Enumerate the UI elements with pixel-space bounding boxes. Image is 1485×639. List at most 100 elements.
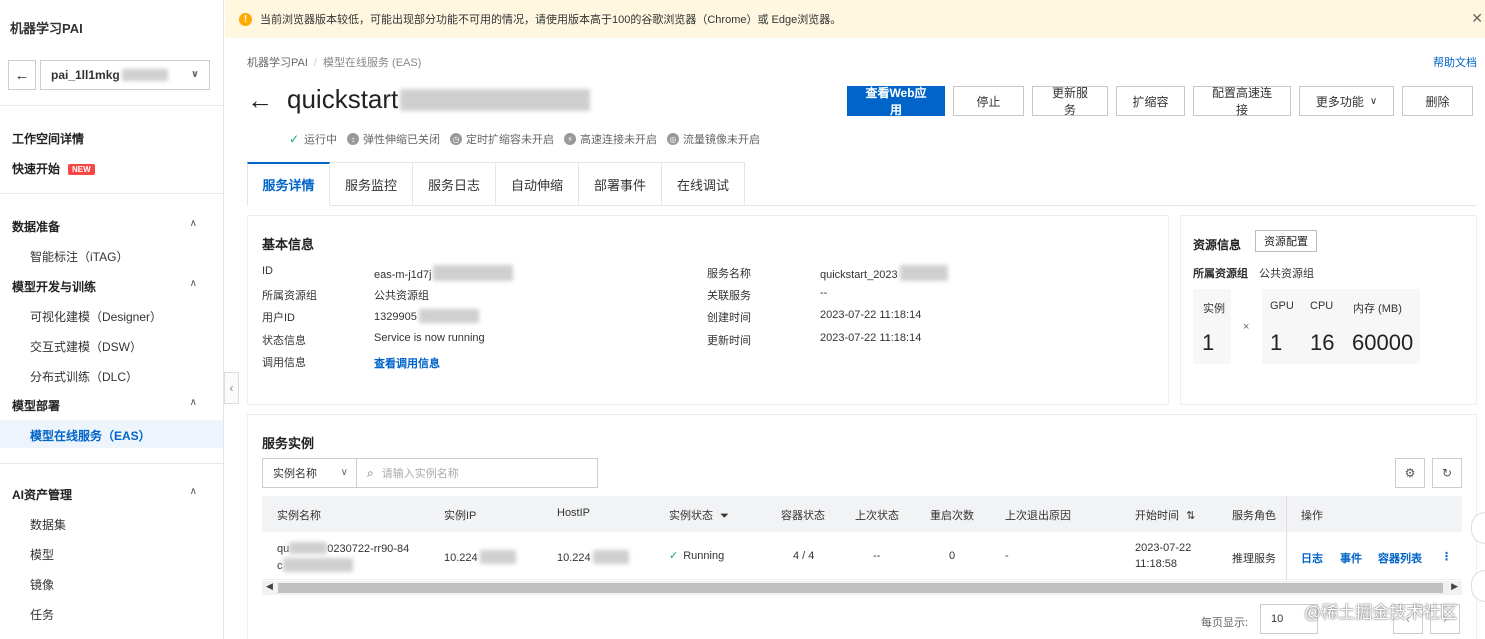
delete-button[interactable]: 删除 <box>1402 86 1473 116</box>
instance-filter-select[interactable]: 实例名称 ∨ <box>262 458 357 488</box>
container-list-link[interactable]: 容器列表 <box>1378 550 1422 566</box>
chevron-up-icon[interactable]: ∧ <box>190 397 197 408</box>
search-placeholder: 请输入实例名称 <box>381 468 459 480</box>
help-docs-link[interactable]: 帮助文档 <box>1433 54 1477 70</box>
scale-button[interactable]: 扩缩容 <box>1116 86 1185 116</box>
status-text: 运行中 <box>304 134 337 146</box>
breadcrumb-item[interactable]: 机器学习PAI <box>247 57 308 69</box>
redacted-blur <box>433 265 514 281</box>
resource-info-title: 资源信息 <box>1193 238 1242 252</box>
filter-icon[interactable]: ⏷ <box>720 510 729 522</box>
service-name-value: quickstart_2023 <box>820 269 898 281</box>
kv-label: 服务名称 <box>707 268 751 280</box>
kv-label: 所属资源组 <box>262 290 317 302</box>
sidebar-group-data-prep[interactable]: 数据准备 <box>12 218 60 235</box>
status-fast-connect: ⚡ 高速连接未开启 <box>564 131 657 147</box>
page-size-label: 每页显示: <box>1201 617 1249 629</box>
new-badge: NEW <box>68 164 95 175</box>
chevron-up-icon[interactable]: ∧ <box>190 218 197 229</box>
instance-label: 实例 <box>1203 303 1225 315</box>
back-arrow-icon[interactable]: ← <box>8 60 36 90</box>
kv-value-updated: 2023-07-22 11:18:14 <box>820 332 922 344</box>
sidebar-item-task[interactable]: 任务 <box>30 606 54 623</box>
view-invoke-info-link[interactable]: 查看调用信息 <box>374 355 440 371</box>
sidebar-item-dsw[interactable]: 交互式建模（DSW） <box>30 338 142 355</box>
kv-value-user-id: 1329905 <box>374 309 479 323</box>
tab-service-detail[interactable]: 服务详情 <box>247 162 330 206</box>
column-header: 上次退出原因 <box>1005 510 1071 522</box>
sidebar: 机器学习PAI ← pai_1ll1mkg ∨ 工作空间详情 快速开始 NEW 数… <box>0 0 224 639</box>
status-running: ✓ 运行中 <box>288 131 337 147</box>
basic-info-title: 基本信息 <box>262 237 315 252</box>
events-link[interactable]: 事件 <box>1340 550 1362 566</box>
kv-value-created: 2023-07-22 11:18:14 <box>820 309 922 321</box>
resource-config-button[interactable]: 资源配置 <box>1255 230 1317 252</box>
tab-service-log[interactable]: 服务日志 <box>413 162 496 206</box>
sidebar-group-model-deploy[interactable]: 模型部署 <box>12 397 60 414</box>
gpu-label: GPU <box>1270 300 1294 312</box>
view-web-app-button[interactable]: 查看Web应用 <box>847 86 945 117</box>
scroll-right-icon[interactable]: ▶ <box>1451 581 1458 592</box>
kv-label: 用户ID <box>262 312 295 324</box>
tab-auto-scaling[interactable]: 自动伸缩 <box>496 162 579 206</box>
mirror-icon: ◎ <box>667 133 679 145</box>
host-ip: 10.224 <box>557 552 591 564</box>
instance-name-a: qu <box>277 543 290 555</box>
sidebar-item-dataset[interactable]: 数据集 <box>30 516 66 533</box>
workspace-name: pai_1ll1mkg <box>51 68 120 82</box>
chevron-up-icon[interactable]: ∧ <box>190 486 197 497</box>
page-title: quickstart <box>287 84 399 114</box>
table-row: qu 0230722-rr90-84 c 10.224 10.224 ✓ Runni… <box>262 532 1462 580</box>
sidebar-item-quick-start[interactable]: 快速开始 NEW <box>12 160 95 177</box>
link-icon: ⚡ <box>564 133 576 145</box>
log-link[interactable]: 日志 <box>1301 550 1323 566</box>
tab-service-monitor[interactable]: 服务监控 <box>330 162 413 206</box>
cpu-label: CPU <box>1310 300 1334 312</box>
sidebar-group-ai-assets[interactable]: AI资产管理 <box>12 486 72 503</box>
redacted-blur <box>400 88 591 111</box>
sidebar-item-model[interactable]: 模型 <box>30 546 54 563</box>
sidebar-item-image[interactable]: 镜像 <box>30 576 54 593</box>
redacted-blur <box>479 550 516 564</box>
scroll-left-icon[interactable]: ◀ <box>266 581 273 592</box>
chevron-up-icon[interactable]: ∧ <box>190 278 197 289</box>
cpu-value: 16 <box>1310 330 1335 355</box>
sidebar-item-designer[interactable]: 可视化建模（Designer） <box>30 308 162 325</box>
times-sign: × <box>1243 321 1250 333</box>
scroll-thumb[interactable] <box>278 583 1443 593</box>
check-icon: ✓ <box>669 550 679 562</box>
divider <box>0 105 223 106</box>
sort-icon[interactable]: ⇅ <box>1186 510 1195 522</box>
sidebar-item-label: 快速开始 <box>12 162 61 176</box>
refresh-icon[interactable]: ↻ <box>1432 458 1462 488</box>
kv-label: 状态信息 <box>262 335 306 347</box>
autoscale-icon: ↕ <box>347 133 359 145</box>
status-running-text: Running <box>683 550 725 562</box>
stop-button[interactable]: 停止 <box>953 86 1024 116</box>
settings-gear-icon[interactable]: ⚙ <box>1395 458 1425 488</box>
instance-value: 1 <box>1202 330 1215 355</box>
update-service-button[interactable]: 更新服务 <box>1032 86 1108 117</box>
back-arrow-icon[interactable]: ← <box>247 85 273 115</box>
instance-name-cell: qu 0230722-rr90-84 <box>277 542 409 555</box>
sidebar-item-dlc[interactable]: 分布式训练（DLC） <box>30 368 138 385</box>
sidebar-item-eas[interactable]: 模型在线服务（EAS） <box>30 427 151 444</box>
tab-deploy-events[interactable]: 部署事件 <box>579 162 662 206</box>
sidebar-collapse-handle[interactable]: ‹ <box>224 372 239 404</box>
tab-online-debug[interactable]: 在线调试 <box>662 162 745 206</box>
close-icon[interactable]: ✕ <box>1471 10 1483 27</box>
sidebar-item-workspace-detail[interactable]: 工作空间详情 <box>12 130 84 147</box>
kv-value-related-service: -- <box>820 287 828 299</box>
instance-search-input[interactable]: ⌕ 请输入实例名称 <box>356 458 598 488</box>
column-header: 重启次数 <box>930 510 974 522</box>
sidebar-item-itag[interactable]: 智能标注（iTAG） <box>30 248 128 265</box>
workspace-select[interactable]: pai_1ll1mkg ∨ <box>40 60 210 90</box>
filter-label: 实例名称 <box>273 468 317 480</box>
sidebar-group-model-dev[interactable]: 模型开发与训练 <box>12 278 96 295</box>
horizontal-scrollbar[interactable]: ◀ ▶ <box>262 581 1462 595</box>
more-vertical-icon[interactable]: ⋮ <box>1441 550 1452 563</box>
redacted-blur <box>592 550 629 564</box>
config-fast-connect-button[interactable]: 配置高速连接 <box>1193 86 1291 117</box>
more-functions-button[interactable]: 更多功能 ∨ <box>1299 86 1394 116</box>
column-header: 上次状态 <box>855 510 899 522</box>
